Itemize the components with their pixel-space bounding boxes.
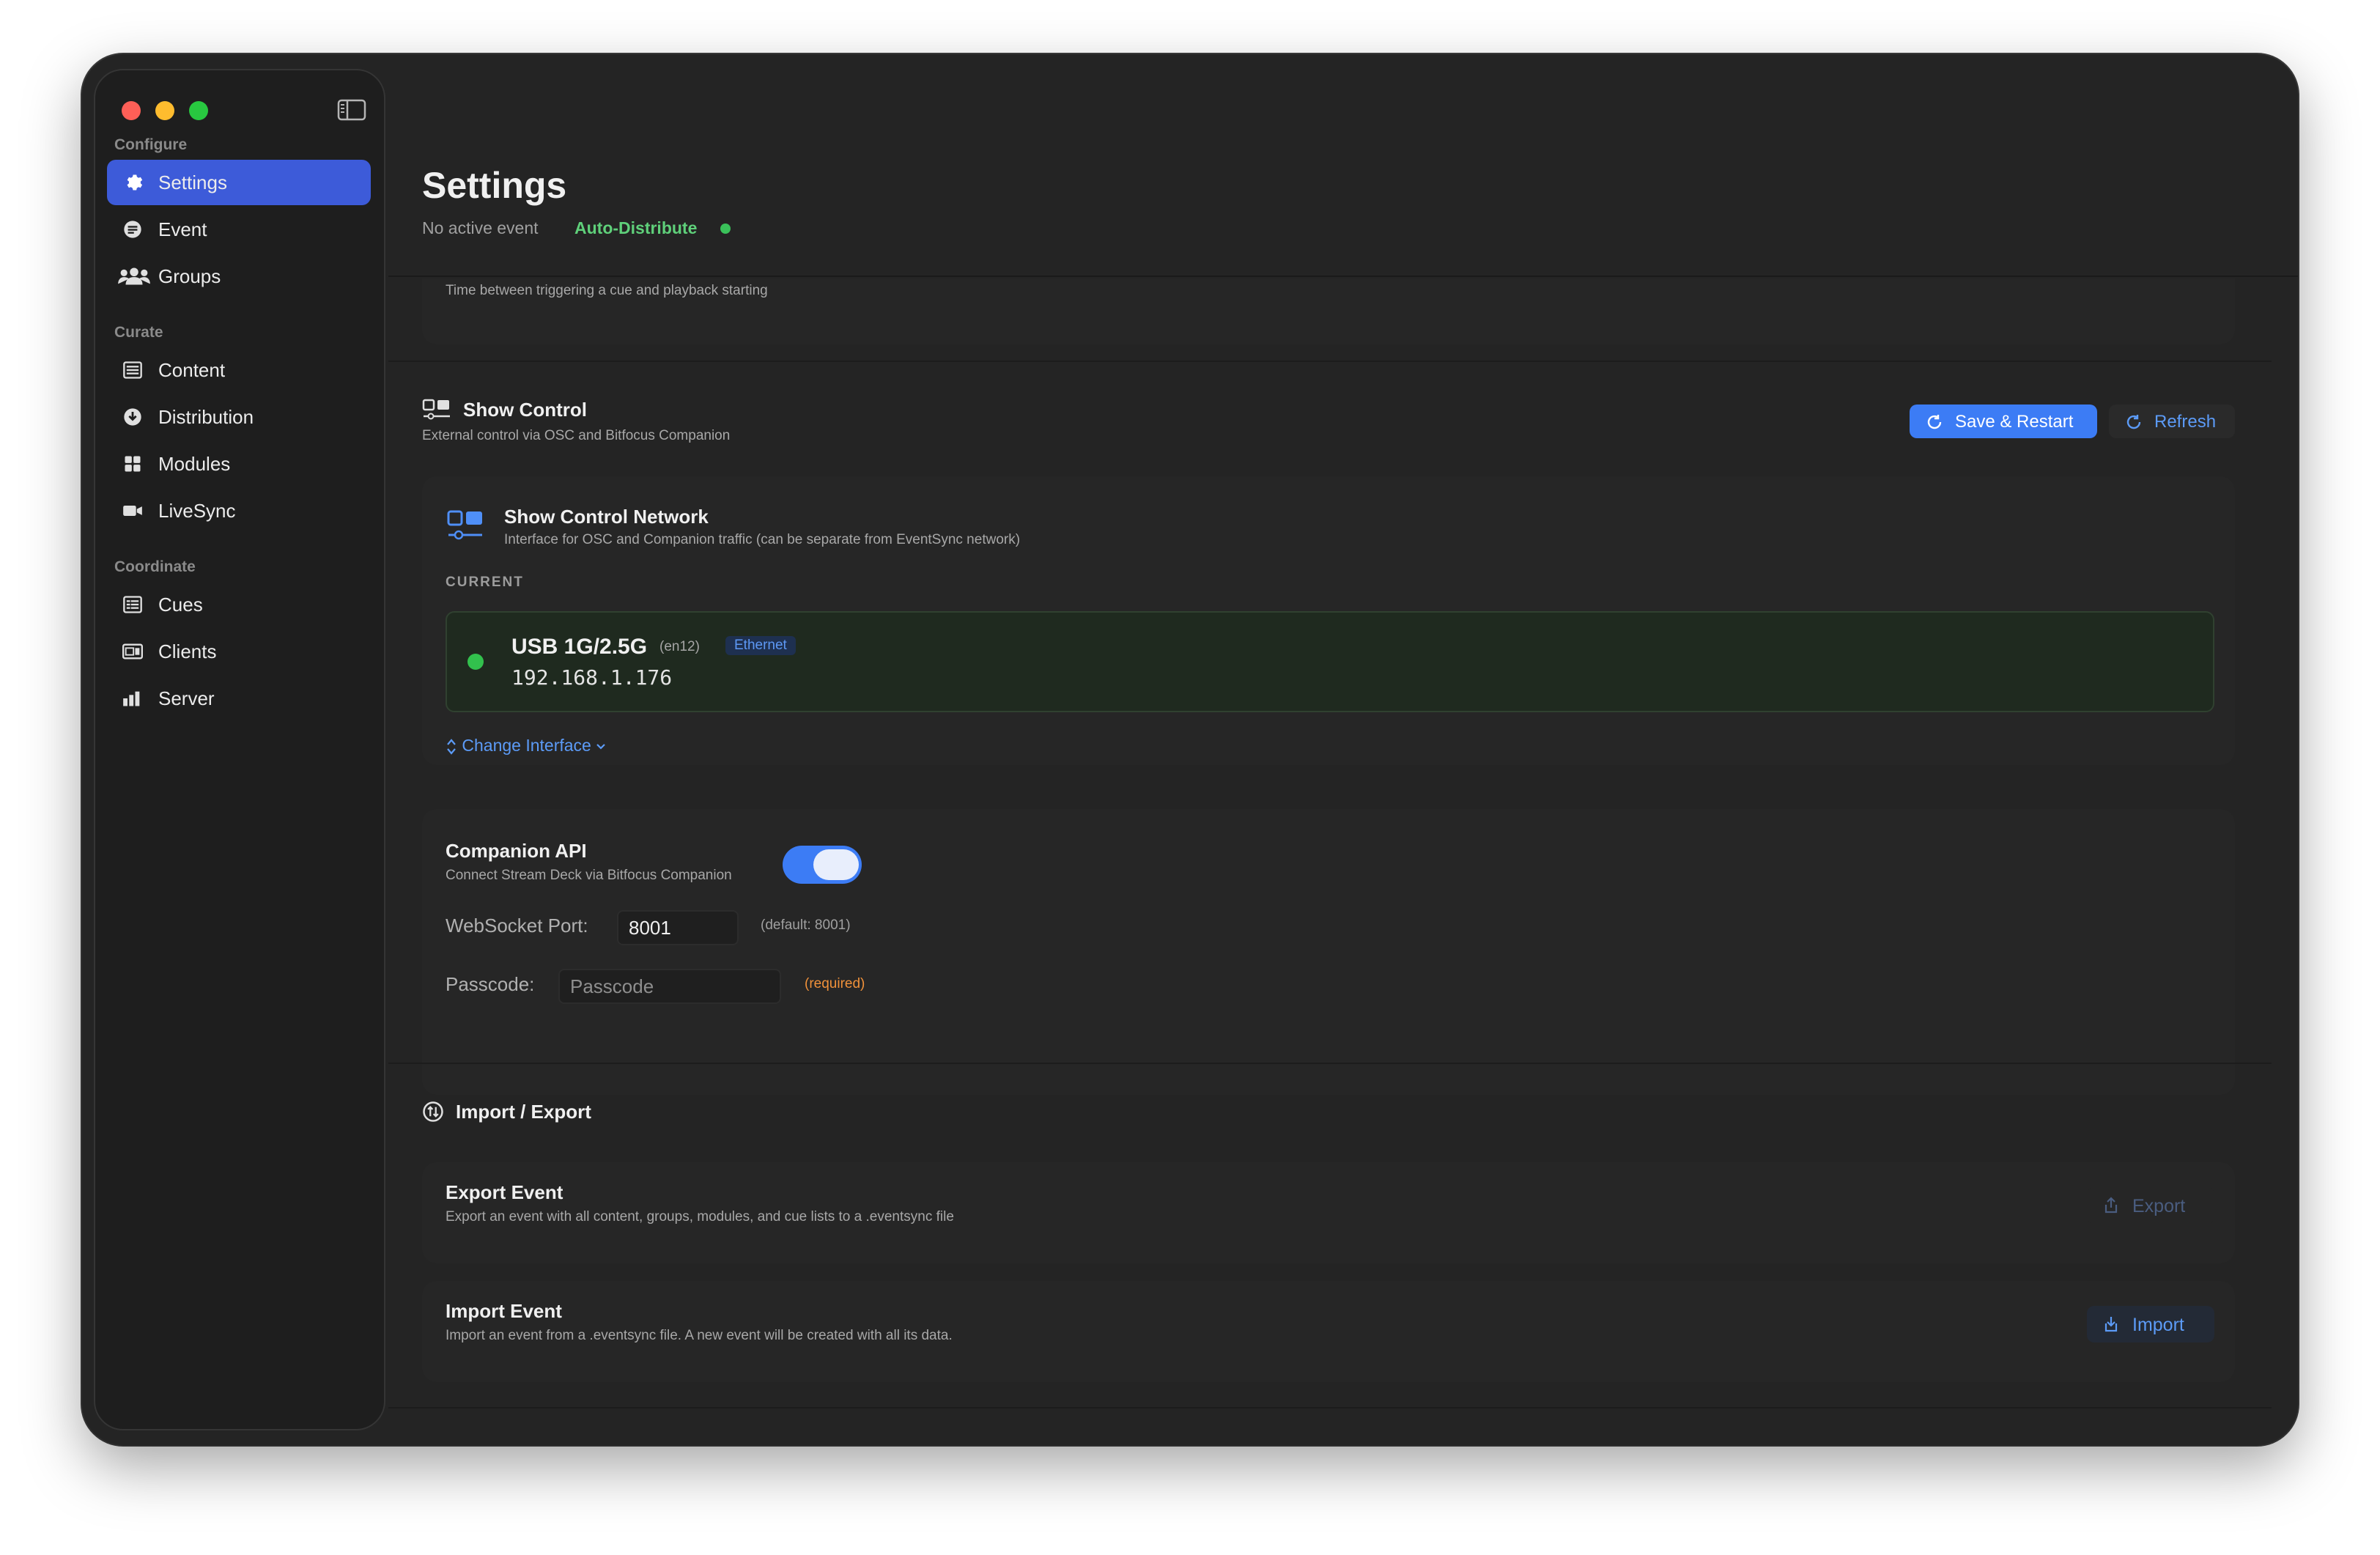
network-icon [447, 510, 484, 542]
sidebar-item-label: Groups [158, 265, 221, 287]
import-icon [2104, 1317, 2118, 1332]
groups-icon [117, 266, 151, 287]
interface-type-badge: Ethernet [725, 636, 796, 655]
sidebar-item-groups[interactable]: Groups [107, 254, 371, 299]
export-title: Export Event [446, 1181, 563, 1203]
chevron-down-icon [596, 744, 606, 750]
sidebar-item-livesync[interactable]: LiveSync [107, 488, 371, 533]
import-description: Import an event from a .eventsync file. … [446, 1328, 953, 1343]
refresh-label: Refresh [2154, 412, 2217, 432]
import-label: Import [2132, 1315, 2184, 1335]
sidebar-item-clients[interactable]: Clients [107, 629, 371, 674]
sidebar-item-label: Server [158, 687, 215, 709]
sidebar-item-settings[interactable]: Settings [107, 160, 371, 205]
import-title: Import Event [446, 1300, 562, 1322]
sidebar-toggle-icon[interactable] [337, 98, 366, 122]
change-interface-button[interactable]: Change Interface [446, 736, 606, 756]
sidebar-item-label: Event [158, 218, 207, 240]
sidebar-item-label: LiveSync [158, 500, 236, 522]
port-default-hint: (default: 8001) [761, 917, 851, 933]
passcode-input[interactable] [558, 969, 781, 1004]
interface-device: (en12) [659, 639, 700, 654]
import-export-icon [422, 1101, 444, 1123]
chevron-up-down-icon [447, 739, 456, 755]
companion-title: Companion API [446, 840, 587, 862]
sidebar-item-content[interactable]: Content [107, 347, 371, 393]
section-divider [388, 1063, 2272, 1064]
content-icon [122, 360, 144, 380]
sidebar-item-distribution[interactable]: Distribution [107, 394, 371, 440]
section-curate: Curate [114, 324, 163, 341]
sidebar-item-modules[interactable]: Modules [107, 441, 371, 487]
sidebar-item-server[interactable]: Server [107, 676, 371, 721]
websocket-port-input[interactable] [617, 910, 739, 945]
sidebar-item-label: Modules [158, 453, 231, 475]
refresh-button[interactable]: Refresh [2109, 405, 2235, 438]
sidebar-item-label: Content [158, 359, 226, 381]
header-divider [388, 276, 2298, 277]
interface-ip: 192.168.1.176 [511, 665, 673, 690]
main-content: Settings No active event Auto-Distribute… [388, 54, 2298, 1445]
camera-icon [122, 501, 144, 521]
show-control-icon [422, 399, 451, 421]
save-restart-label: Save & Restart [1955, 412, 2074, 432]
restart-icon [1926, 413, 1943, 431]
import-button[interactable]: Import [2087, 1306, 2214, 1342]
gear-icon [122, 172, 144, 193]
websocket-port-label: WebSocket Port: [446, 915, 588, 937]
event-icon [122, 219, 144, 240]
toggle-knob [813, 849, 859, 880]
show-control-title: Show Control [463, 399, 587, 421]
sidebar-item-event[interactable]: Event [107, 207, 371, 252]
sidebar-item-label: Clients [158, 640, 217, 662]
sidebar: Configure Settings Event Groups Curate C… [94, 69, 385, 1430]
current-interface-card: USB 1G/2.5G (en12) Ethernet 192.168.1.17… [446, 611, 2214, 712]
distribution-icon [122, 407, 144, 427]
clients-icon [122, 641, 144, 662]
sidebar-item-cues[interactable]: Cues [107, 582, 371, 627]
change-interface-label: Change Interface [462, 736, 591, 755]
sidebar-item-label: Settings [158, 171, 227, 193]
sidebar-item-label: Distribution [158, 406, 254, 428]
status-indicator-dot [720, 224, 731, 234]
section-divider [388, 1407, 2272, 1408]
server-icon [122, 688, 144, 709]
auto-distribute-status: Auto-Distribute [574, 218, 698, 237]
previous-setting-description: Time between triggering a cue and playba… [446, 283, 768, 298]
export-description: Export an event with all content, groups… [446, 1209, 954, 1225]
companion-card [422, 809, 2235, 1095]
companion-description: Connect Stream Deck via Bitfocus Compani… [446, 868, 732, 883]
current-label: CURRENT [446, 575, 524, 590]
show-control-description: External control via OSC and Bitfocus Co… [422, 428, 731, 443]
network-description: Interface for OSC and Companion traffic … [504, 532, 1021, 547]
app-window: Configure Settings Event Groups Curate C… [82, 54, 2298, 1445]
interface-name: USB 1G/2.5G [511, 635, 648, 659]
import-export-title: Import / Export [456, 1101, 591, 1123]
section-coordinate: Coordinate [114, 558, 196, 575]
modules-icon [122, 454, 144, 474]
share-icon [2104, 1197, 2118, 1214]
connected-status-dot [468, 654, 484, 670]
passcode-required-hint: (required) [805, 976, 865, 991]
network-title: Show Control Network [504, 506, 709, 528]
export-label: Export [2132, 1196, 2186, 1216]
export-button[interactable]: Export [2087, 1187, 2214, 1224]
close-window-button[interactable] [122, 101, 141, 120]
minimize-window-button[interactable] [155, 101, 174, 120]
passcode-label: Passcode: [446, 973, 535, 995]
sidebar-item-label: Cues [158, 594, 203, 616]
save-restart-button[interactable]: Save & Restart [1910, 405, 2097, 438]
cues-icon [122, 594, 144, 615]
refresh-icon [2125, 413, 2143, 431]
companion-api-toggle[interactable] [783, 846, 862, 884]
zoom-window-button[interactable] [189, 101, 208, 120]
page-title: Settings [422, 165, 567, 206]
section-configure: Configure [114, 136, 188, 153]
section-divider [388, 361, 2272, 362]
event-status: No active event [422, 218, 539, 237]
